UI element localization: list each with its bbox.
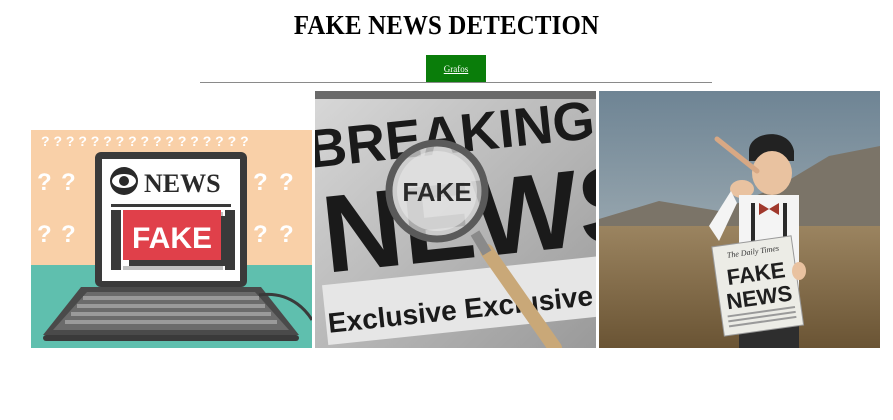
svg-text:? ? ? ? ? ? ? ? ? ? ? ? ? ? ?: ? ? ? ? ? ? ? ? ? ? ? ? ? ? ? ? ?: [41, 133, 249, 149]
breaking-news-magnifier-photo: BREAKING NEWS Exclusive Exclusive Exclus…: [315, 91, 596, 348]
fake-news-laptop-illustration: ?? ?? ?? ?? ? ? ? ? ? ? ? ? ? ? ? ? ? ? …: [31, 130, 312, 348]
svg-text:?: ?: [253, 169, 268, 196]
page-title: FAKE NEWS DETECTION: [293, 10, 600, 40]
news-text: NEWS: [144, 169, 221, 198]
svg-text:?: ?: [37, 169, 52, 196]
fake-text: FAKE: [402, 177, 471, 207]
svg-text:?: ?: [61, 221, 76, 248]
svg-text:?: ?: [279, 221, 294, 248]
svg-text:?: ?: [253, 221, 268, 248]
svg-text:?: ?: [279, 169, 294, 196]
grafos-nav-button[interactable]: Grafos: [426, 55, 486, 83]
fake-text: FAKE: [132, 222, 212, 255]
svg-text:?: ?: [61, 169, 76, 196]
svg-text:?: ?: [37, 221, 52, 248]
header-divider: [200, 82, 712, 83]
boy-pinocchio-newspaper-photo: The Daily Times FAKE NEWS: [599, 91, 880, 348]
